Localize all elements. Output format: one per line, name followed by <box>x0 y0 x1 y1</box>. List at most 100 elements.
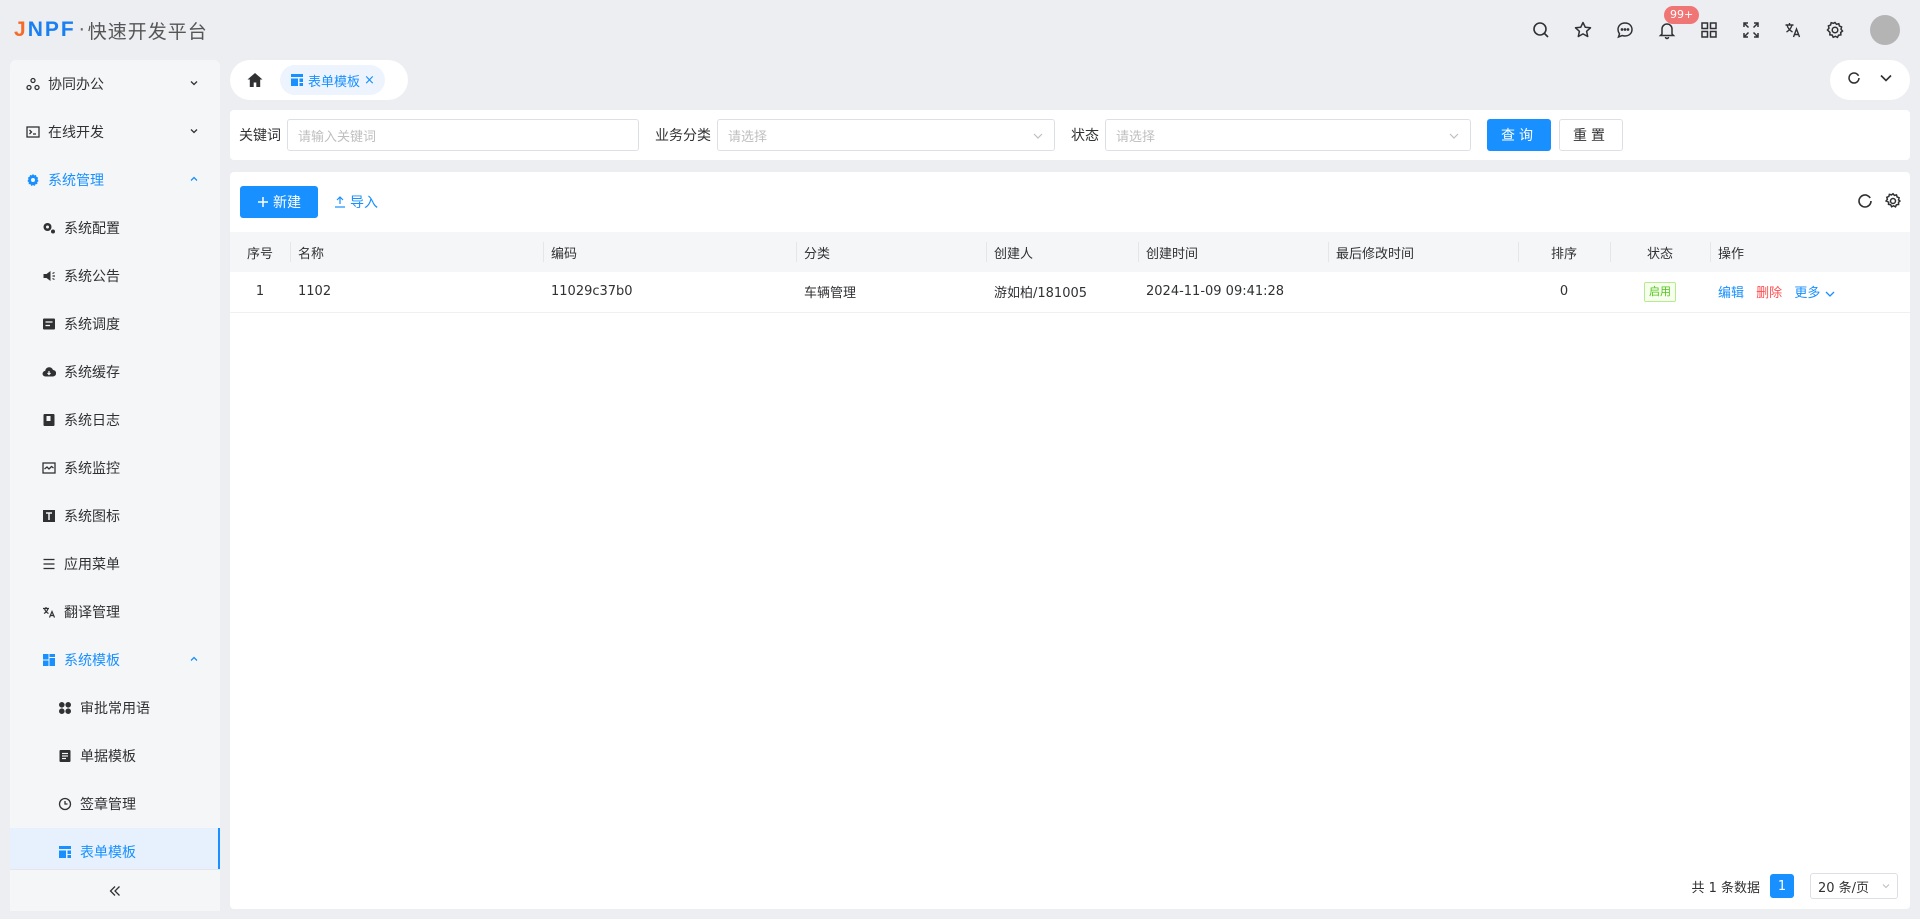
keyword-input[interactable]: 请输入关键词 <box>287 119 639 151</box>
fullscreen-icon[interactable] <box>1730 0 1772 60</box>
keyword-placeholder: 请输入关键词 <box>298 129 377 145</box>
app-logo[interactable]: JNPF · 快速开发平台 <box>14 17 208 43</box>
sidebar-item-announcement[interactable]: 系统公告 <box>10 252 220 300</box>
column-header-index: 序号 <box>246 246 273 262</box>
table-toolbar: 新建 导入 <box>240 186 378 218</box>
document-icon <box>58 749 72 763</box>
sidebar-item-label: 系统公告 <box>64 269 120 285</box>
sidebar-item-seal-management[interactable]: 签章管理 <box>10 780 220 828</box>
search-panel: 关键词 请输入关键词 业务分类 请选择 状态 请选择 查询 重置 <box>230 110 1910 160</box>
tab-form-template[interactable]: 表单模板 × <box>280 65 385 95</box>
cell-actions: 编辑 删除 更多 <box>1710 272 1910 313</box>
sidebar-item-monitor[interactable]: 系统监控 <box>10 444 220 492</box>
sidebar-item-label: 协同办公 <box>48 77 104 93</box>
table-row[interactable]: 1 1102 11029c37b0 车辆管理 游如柏/181005 2024-1… <box>230 272 1910 313</box>
log-icon <box>42 413 56 427</box>
main-panel: 新建 导入 序号 名称 编码 分类 创建人 创建时间 最后修改时间 排序 状态 <box>230 172 1910 909</box>
terminal-icon <box>26 125 40 139</box>
column-header-actions: 操作 <box>1710 232 1910 272</box>
schedule-icon <box>42 317 56 331</box>
home-icon[interactable] <box>230 60 280 100</box>
sidebar-item-log[interactable]: 系统日志 <box>10 396 220 444</box>
refresh-icon[interactable] <box>1856 192 1874 210</box>
translate-icon <box>42 605 56 619</box>
chevron-up-icon <box>190 176 198 181</box>
sidebar-item-system-management[interactable]: 系统管理 <box>10 156 220 204</box>
bell-icon[interactable]: 99+ <box>1646 0 1700 60</box>
cell-index: 1 <box>230 272 290 313</box>
sidebar-item-system-config[interactable]: 系统配置 <box>10 204 220 252</box>
message-icon[interactable] <box>1604 0 1646 60</box>
tab-actions <box>1830 60 1910 100</box>
data-table: 序号 名称 编码 分类 创建人 创建时间 最后修改时间 排序 状态 操作 1 1… <box>230 232 1910 313</box>
announce-icon <box>42 269 56 283</box>
brand-separator: · <box>78 19 85 41</box>
close-icon[interactable]: × <box>364 73 375 88</box>
search-icon[interactable] <box>1520 0 1562 60</box>
more-label: 更多 <box>1794 286 1821 302</box>
sidebar-item-label: 系统管理 <box>48 173 104 189</box>
chevron-down-icon <box>190 81 198 86</box>
sidebar-collapse-button[interactable] <box>10 869 220 911</box>
sidebar-item-cache[interactable]: 系统缓存 <box>10 348 220 396</box>
page-number-button[interactable]: 1 <box>1770 874 1794 898</box>
category-label: 业务分类 <box>655 128 711 144</box>
refresh-icon[interactable] <box>1846 70 1862 90</box>
sidebar-item-label: 审批常用语 <box>80 701 150 717</box>
cluster-icon <box>26 77 40 91</box>
sidebar-item-label: 系统图标 <box>64 509 120 525</box>
edit-link[interactable]: 编辑 <box>1718 286 1744 301</box>
category-select[interactable]: 请选择 <box>717 119 1055 151</box>
sidebar-item-app-menu[interactable]: 应用菜单 <box>10 540 220 588</box>
sidebar-item-label: 翻译管理 <box>64 605 120 621</box>
sidebar-item-label: 系统监控 <box>64 461 120 477</box>
star-icon[interactable] <box>1562 0 1604 60</box>
sidebar-item-document-template[interactable]: 单据模板 <box>10 732 220 780</box>
template-icon <box>42 653 56 667</box>
tab-group: 表单模板 × <box>230 60 408 100</box>
query-button[interactable]: 查询 <box>1487 119 1551 151</box>
pagination-total: 共 1 条数据 <box>1691 880 1760 896</box>
cell-created-at: 2024-11-09 09:41:28 <box>1138 272 1328 313</box>
sidebar-item-label: 在线开发 <box>48 125 104 141</box>
chevron-down-icon <box>1449 133 1459 139</box>
sidebar-item-online-dev[interactable]: 在线开发 <box>10 108 220 156</box>
translate-icon[interactable] <box>1772 0 1814 60</box>
sidebar-item-schedule[interactable]: 系统调度 <box>10 300 220 348</box>
form-template-icon <box>58 845 72 859</box>
sidebar-item-approval-phrases[interactable]: 审批常用语 <box>10 684 220 732</box>
more-dropdown[interactable]: 更多 <box>1794 286 1836 301</box>
status-label: 状态 <box>1071 128 1099 144</box>
apps-icon[interactable] <box>1688 0 1730 60</box>
cell-category: 车辆管理 <box>796 272 986 313</box>
chevron-down-icon[interactable] <box>1878 70 1894 90</box>
sidebar-item-collaboration[interactable]: 协同办公 <box>10 60 220 108</box>
cell-status: 启用 <box>1610 272 1710 313</box>
sidebar-item-system-template[interactable]: 系统模板 <box>10 636 220 684</box>
form-template-icon <box>291 74 303 86</box>
status-select[interactable]: 请选择 <box>1105 119 1471 151</box>
delete-link[interactable]: 删除 <box>1756 286 1782 301</box>
chevron-down-icon <box>1882 884 1890 889</box>
app-title: 快速开发平台 <box>87 20 208 43</box>
sidebar-item-translation[interactable]: 翻译管理 <box>10 588 220 636</box>
avatar[interactable] <box>1870 15 1900 45</box>
column-settings-icon[interactable] <box>1884 192 1902 210</box>
import-button[interactable]: 导入 <box>334 192 378 212</box>
sidebar-item-label: 系统缓存 <box>64 365 120 381</box>
plus-icon <box>258 197 268 207</box>
config-icon <box>42 221 56 235</box>
tabs-bar: 表单模板 × <box>230 60 1910 100</box>
import-button-label: 导入 <box>350 195 378 211</box>
sidebar-item-icons[interactable]: 系统图标 <box>10 492 220 540</box>
sidebar-item-label: 单据模板 <box>80 749 136 765</box>
settings-icon[interactable] <box>1814 0 1856 60</box>
cell-modified-at <box>1328 272 1518 313</box>
new-button[interactable]: 新建 <box>240 186 318 218</box>
new-button-label: 新建 <box>273 195 301 211</box>
double-chevron-left-icon <box>109 885 120 896</box>
page-size-select[interactable]: 20 条/页 <box>1810 873 1898 899</box>
pagination: 共 1 条数据 1 20 条/页 <box>1691 873 1898 899</box>
reset-button[interactable]: 重置 <box>1559 119 1623 151</box>
seal-icon <box>58 797 72 811</box>
